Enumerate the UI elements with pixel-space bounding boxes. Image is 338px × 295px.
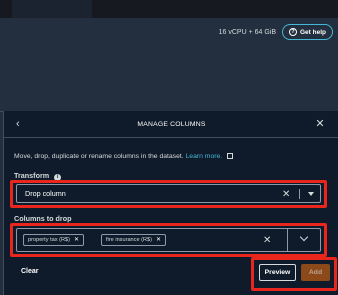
transform-label-text: Transform bbox=[14, 171, 50, 180]
column-tag: fire insurance (R$) ✕ bbox=[101, 234, 167, 246]
column-tag-label: property tax (R$) bbox=[28, 237, 70, 243]
transform-select-value: Drop column bbox=[25, 189, 66, 198]
remove-tag-icon[interactable]: ✕ bbox=[156, 235, 161, 245]
add-label: Add bbox=[308, 269, 323, 276]
add-button[interactable]: Add bbox=[301, 264, 330, 281]
clear-selection-icon[interactable]: ✕ bbox=[282, 189, 290, 200]
panel-header: ‹ MANAGE COLUMNS ✕ bbox=[4, 111, 338, 138]
question-circle-icon: ? bbox=[288, 28, 297, 36]
compute-resources: 16 vCPU + 64 GiB bbox=[218, 29, 276, 36]
select-divider bbox=[299, 189, 300, 199]
remove-tag-icon[interactable]: ✕ bbox=[74, 235, 79, 245]
get-help-button[interactable]: ? Get help bbox=[282, 24, 333, 40]
chevron-down-icon[interactable] bbox=[299, 232, 309, 242]
transform-select[interactable]: Drop column ✕ bbox=[16, 184, 321, 203]
external-link-icon bbox=[227, 153, 234, 159]
learn-more-link[interactable]: Learn more bbox=[186, 153, 221, 160]
clear-button[interactable]: Clear bbox=[21, 268, 39, 275]
top-tab bbox=[12, 0, 92, 18]
caret-down-icon[interactable] bbox=[308, 192, 314, 196]
columns-to-drop-multiselect[interactable]: property tax (R$) ✕ fire insurance (R$) … bbox=[16, 228, 321, 252]
description-text: Move, drop, duplicate or rename columns … bbox=[14, 153, 184, 160]
preview-label: Preview bbox=[264, 269, 291, 276]
panel-description: Move, drop, duplicate or rename columns … bbox=[14, 152, 234, 161]
preview-button[interactable]: Preview bbox=[259, 264, 296, 281]
column-tag: property tax (R$) ✕ bbox=[23, 234, 84, 246]
header-bar: 16 vCPU + 64 GiB ? Get help bbox=[0, 18, 338, 112]
manage-columns-panel: ‹ MANAGE COLUMNS ✕ Move, drop, duplicate… bbox=[3, 111, 338, 295]
top-strip bbox=[0, 0, 338, 18]
panel-title: MANAGE COLUMNS bbox=[137, 121, 206, 128]
multiselect-divider bbox=[287, 229, 288, 251]
column-tag-label: fire insurance (R$) bbox=[106, 237, 153, 243]
columns-to-drop-label: Columns to drop bbox=[14, 214, 72, 223]
get-help-label: Get help bbox=[299, 28, 326, 36]
clear-all-icon[interactable]: ✕ bbox=[263, 235, 271, 246]
close-icon[interactable]: ✕ bbox=[314, 118, 326, 130]
